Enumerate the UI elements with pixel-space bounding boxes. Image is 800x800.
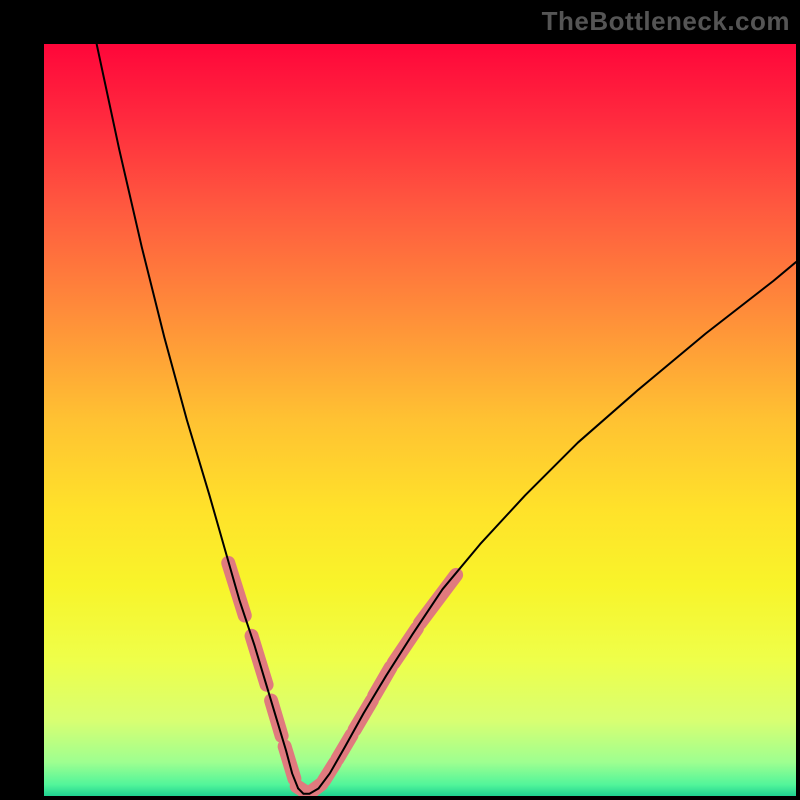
series-right-curve bbox=[318, 262, 796, 788]
marker-segments bbox=[228, 563, 456, 793]
curves-layer bbox=[44, 44, 796, 796]
line-series bbox=[97, 44, 796, 794]
watermark-text: TheBottleneck.com bbox=[542, 6, 790, 37]
chart-frame: TheBottleneck.com bbox=[0, 0, 800, 800]
plot-area bbox=[44, 44, 796, 796]
